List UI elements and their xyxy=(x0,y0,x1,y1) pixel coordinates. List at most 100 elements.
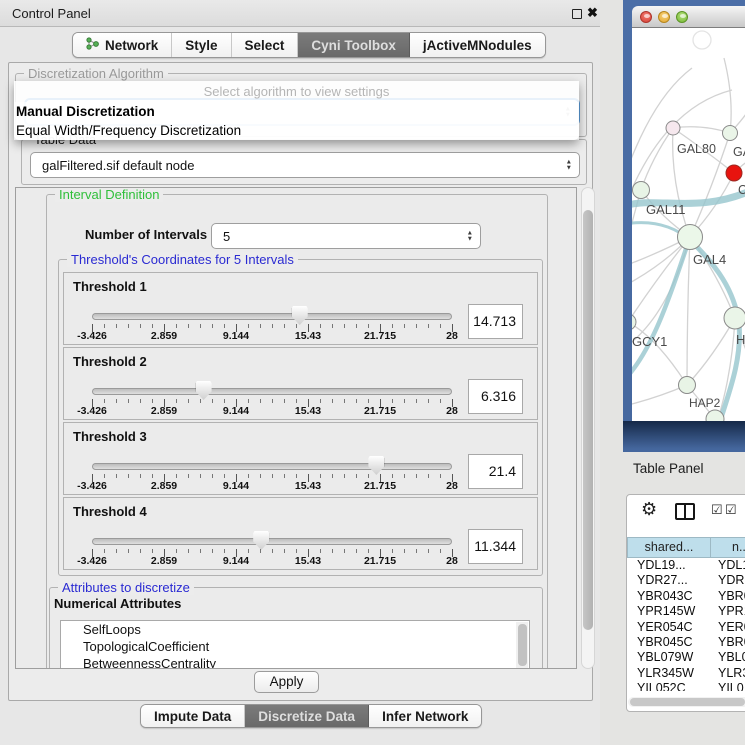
tab-style-label: Style xyxy=(185,38,217,53)
tab-impute-data[interactable]: Impute Data xyxy=(141,705,245,727)
table-hscrollbar[interactable] xyxy=(628,697,745,707)
tab-jactivemnodules[interactable]: jActiveMNodules xyxy=(410,33,545,57)
cell-name[interactable]: YDR2 xyxy=(711,573,745,588)
threshold-4-slider-thumb[interactable] xyxy=(253,531,269,550)
table-row[interactable]: YBL079W YBL0 xyxy=(627,650,745,665)
threshold-3-slider[interactable] xyxy=(92,463,452,470)
tick-label: 9.144 xyxy=(223,555,249,567)
attributes-scrollbar-thumb[interactable] xyxy=(518,624,527,666)
attributes-scrollbar[interactable] xyxy=(516,622,528,669)
tick-label: 2.859 xyxy=(151,330,177,342)
tick-label: 21.715 xyxy=(364,330,396,342)
slider-major-ticks xyxy=(92,474,454,482)
attribute-list-item[interactable]: TopologicalCoefficient xyxy=(61,638,529,655)
table-row[interactable]: YBR045C YBR0 xyxy=(627,635,745,650)
tab-jactivemnodules-label: jActiveMNodules xyxy=(423,38,532,53)
table-row[interactable]: YPR145W YPR1 xyxy=(627,604,745,619)
threshold-1-box: Threshold 1 -3.4262.8599.14415.4321.7152… xyxy=(63,272,538,345)
tab-cyni-toolbox[interactable]: Cyni Toolbox xyxy=(298,33,410,57)
cell-name[interactable]: YDL1 xyxy=(711,558,745,573)
tab-select[interactable]: Select xyxy=(232,33,299,57)
threshold-2-box: Threshold 2 -3.4262.8599.14415.4321.7152… xyxy=(63,347,538,420)
threshold-1-slider-thumb[interactable] xyxy=(292,306,308,325)
tab-discretize-data[interactable]: Discretize Data xyxy=(245,705,369,727)
threshold-1-label: Threshold 1 xyxy=(73,279,147,294)
threshold-3-value-field[interactable]: 21.4 xyxy=(468,454,523,489)
top-tab-bar: Network Style Select Cyni Toolbox jActiv… xyxy=(72,32,546,58)
cell-shared-name[interactable]: YPR145W xyxy=(627,604,711,619)
cell-name[interactable]: YIL0 xyxy=(711,681,745,691)
cell-shared-name[interactable]: YLR345W xyxy=(627,666,711,681)
table-row[interactable]: YLR345W YLR3 xyxy=(627,666,745,681)
algorithm-dropdown-popup: Select algorithm to view settings Manual… xyxy=(14,81,579,140)
threshold-2-value-field[interactable]: 6.316 xyxy=(468,379,523,414)
panel-scrollbar-thumb[interactable] xyxy=(583,210,593,630)
minimize-traffic-light-icon[interactable] xyxy=(658,11,670,23)
tab-network[interactable]: Network xyxy=(73,33,172,57)
thresholds-group: Threshold's Coordinates for 5 Intervals … xyxy=(58,259,543,576)
cell-shared-name[interactable]: YER054C xyxy=(627,620,711,635)
threshold-1-value-field[interactable]: 14.713 xyxy=(468,304,523,339)
tick-label: 28 xyxy=(446,555,458,567)
menu-item-equal-width-frequency[interactable]: Equal Width/Frequency Discretization xyxy=(14,121,579,140)
zoom-traffic-light-icon[interactable] xyxy=(676,11,688,23)
cell-name[interactable]: YLR3 xyxy=(711,666,745,681)
table-row[interactable]: YBR043C YBR0 xyxy=(627,589,745,604)
threshold-2-slider-thumb[interactable] xyxy=(196,381,212,400)
checkbox-icon[interactable]: ☑ xyxy=(711,502,723,518)
threshold-4-value-field[interactable]: 11.344 xyxy=(468,529,523,564)
cell-shared-name[interactable]: YDL19... xyxy=(627,558,711,573)
thresholds-title: Threshold's Coordinates for 5 Intervals xyxy=(67,252,298,267)
checkbox-icon[interactable]: ☑ xyxy=(725,502,737,518)
tick-label: 21.715 xyxy=(364,405,396,417)
node-label-gal80: GAL80 xyxy=(677,142,716,156)
tab-infer-network[interactable]: Infer Network xyxy=(369,705,481,727)
tick-label: -3.426 xyxy=(77,555,107,567)
tab-style[interactable]: Style xyxy=(172,33,231,57)
column-header-name[interactable]: n... xyxy=(711,537,745,558)
threshold-2-slider[interactable] xyxy=(92,388,452,395)
numerical-attributes-list[interactable]: SelfLoopsTopologicalCoefficientBetweenne… xyxy=(60,620,530,669)
threshold-4-slider[interactable] xyxy=(92,538,452,545)
cell-name[interactable]: YBR0 xyxy=(711,589,745,604)
close-icon[interactable]: ✖ xyxy=(587,5,598,21)
table-row[interactable]: YDR27... YDR2 xyxy=(627,573,745,588)
cell-shared-name[interactable]: YDR27... xyxy=(627,573,711,588)
cell-name[interactable]: YBR0 xyxy=(711,635,745,650)
columns-icon[interactable] xyxy=(675,503,695,520)
cell-shared-name[interactable]: YIL052C xyxy=(627,681,711,691)
cell-name[interactable]: YPR1 xyxy=(711,604,745,619)
table-hscrollbar-thumb[interactable] xyxy=(630,698,745,706)
interval-definition-title: Interval Definition xyxy=(55,187,163,202)
cell-name[interactable]: YBL0 xyxy=(711,650,745,665)
network-window-titlebar[interactable] xyxy=(632,6,745,28)
close-traffic-light-icon[interactable] xyxy=(640,11,652,23)
cell-name[interactable]: YER0 xyxy=(711,620,745,635)
network-graph: GAL80 GA C GAL11 GAL4 GCY1 H HAP2 xyxy=(632,28,745,421)
network-canvas[interactable]: GAL80 GA C GAL11 GAL4 GCY1 H HAP2 xyxy=(632,28,745,421)
threshold-4-box: Threshold 4 -3.4262.8599.14415.4321.7152… xyxy=(63,497,538,570)
attribute-list-item[interactable]: SelfLoops xyxy=(61,621,529,638)
table-data-combobox[interactable]: galFiltered.sif default node ▲▼ xyxy=(30,152,580,178)
gear-icon[interactable]: ⚙ xyxy=(641,499,657,520)
float-window-icon[interactable] xyxy=(572,9,582,19)
panel-scrollbar[interactable] xyxy=(581,187,595,669)
threshold-1-slider[interactable] xyxy=(92,313,452,320)
slider-major-ticks xyxy=(92,549,454,557)
apply-button[interactable]: Apply xyxy=(254,671,319,693)
menu-item-manual-discretization[interactable]: Manual Discretization xyxy=(14,102,579,121)
threshold-3-slider-thumb[interactable] xyxy=(368,456,384,475)
cell-shared-name[interactable]: YBR045C xyxy=(627,635,711,650)
tick-label: 15.43 xyxy=(295,555,321,567)
tab-discretize-data-label: Discretize Data xyxy=(258,709,355,724)
number-of-intervals-combobox[interactable]: 5 ▲▼ xyxy=(211,223,481,249)
attribute-list-item[interactable]: BetweennessCentrality xyxy=(61,655,529,669)
table-row[interactable]: YIL052C YIL0 xyxy=(627,681,745,691)
table-row[interactable]: YER054C YER0 xyxy=(627,620,745,635)
table-row[interactable]: YDL19... YDL1 xyxy=(627,558,745,573)
cell-shared-name[interactable]: YBR043C xyxy=(627,589,711,604)
cell-shared-name[interactable]: YBL079W xyxy=(627,650,711,665)
network-view-window[interactable]: GAL80 GA C GAL11 GAL4 GCY1 H HAP2 xyxy=(632,6,745,421)
right-region: GAL80 GA C GAL11 GAL4 GCY1 H HAP2 Table … xyxy=(600,0,745,745)
column-header-shared[interactable]: shared... xyxy=(627,537,711,558)
